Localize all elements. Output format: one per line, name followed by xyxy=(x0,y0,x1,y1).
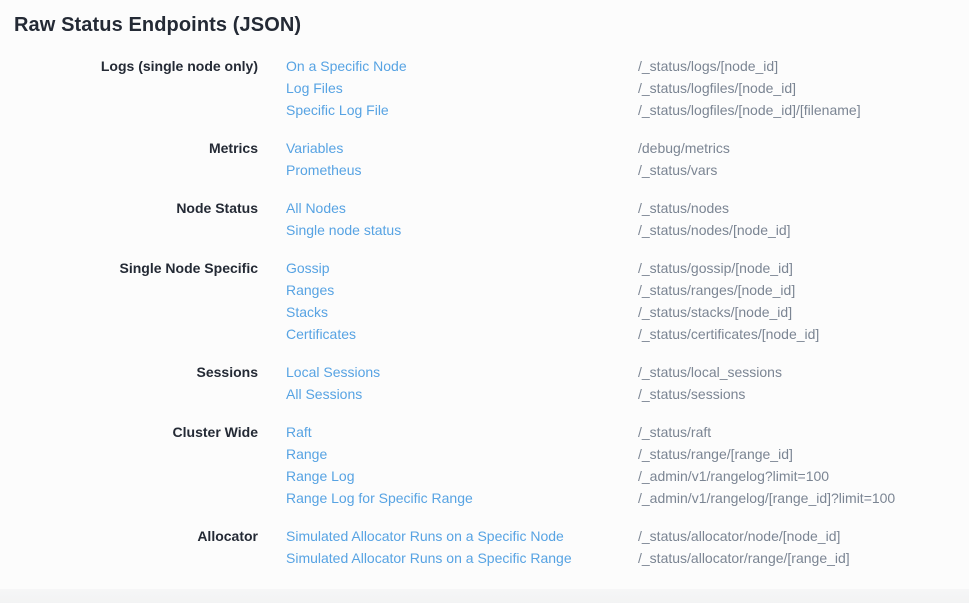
endpoint-link[interactable]: Variables xyxy=(286,137,638,159)
section-category-label: Allocator xyxy=(0,525,258,547)
section-category-label: Metrics xyxy=(0,137,258,159)
endpoint-row: Simulated Allocator Runs on a Specific N… xyxy=(286,525,969,547)
section-category-label: Cluster Wide xyxy=(0,421,258,443)
endpoints-table: Logs (single node only) On a Specific No… xyxy=(0,55,969,569)
endpoint-link[interactable]: Gossip xyxy=(286,257,638,279)
endpoint-section: Cluster Wide Raft /_status/raft Range /_… xyxy=(0,421,969,509)
endpoint-section: Single Node Specific Gossip /_status/gos… xyxy=(0,257,969,345)
endpoint-row: Gossip /_status/gossip/[node_id] xyxy=(286,257,969,279)
endpoint-row: Variables /debug/metrics xyxy=(286,137,969,159)
endpoint-row: Stacks /_status/stacks/[node_id] xyxy=(286,301,969,323)
endpoint-link[interactable]: Simulated Allocator Runs on a Specific N… xyxy=(286,525,638,547)
endpoint-row: Range Log /_admin/v1/rangelog?limit=100 xyxy=(286,465,969,487)
endpoint-link[interactable]: Single node status xyxy=(286,219,638,241)
endpoint-path: /_status/raft xyxy=(638,421,711,443)
endpoint-path: /debug/metrics xyxy=(638,137,730,159)
endpoint-link[interactable]: Range xyxy=(286,443,638,465)
endpoint-path: /_status/stacks/[node_id] xyxy=(638,301,792,323)
endpoint-path: /_status/logfiles/[node_id]/[filename] xyxy=(638,99,861,121)
endpoint-path: /_status/allocator/range/[range_id] xyxy=(638,547,850,569)
endpoint-row: Range Log for Specific Range /_admin/v1/… xyxy=(286,487,969,509)
endpoint-link[interactable]: Prometheus xyxy=(286,159,638,181)
endpoint-path: /_status/sessions xyxy=(638,383,745,405)
endpoint-row: Certificates /_status/certificates/[node… xyxy=(286,323,969,345)
section-category-label: Logs (single node only) xyxy=(0,55,258,77)
endpoint-row: Raft /_status/raft xyxy=(286,421,969,443)
footer-strip xyxy=(0,589,969,603)
endpoint-row: Specific Log File /_status/logfiles/[nod… xyxy=(286,99,969,121)
endpoint-row: All Sessions /_status/sessions xyxy=(286,383,969,405)
endpoint-row: Range /_status/range/[range_id] xyxy=(286,443,969,465)
section-rows: Raft /_status/raft Range /_status/range/… xyxy=(286,421,969,509)
section-rows: All Nodes /_status/nodes Single node sta… xyxy=(286,197,969,241)
endpoint-path: /_status/gossip/[node_id] xyxy=(638,257,793,279)
section-rows: On a Specific Node /_status/logs/[node_i… xyxy=(286,55,969,121)
endpoint-link[interactable]: On a Specific Node xyxy=(286,55,638,77)
section-category-label: Sessions xyxy=(0,361,258,383)
endpoint-path: /_status/nodes xyxy=(638,197,729,219)
section-rows: Local Sessions /_status/local_sessions A… xyxy=(286,361,969,405)
endpoint-section: Allocator Simulated Allocator Runs on a … xyxy=(0,525,969,569)
section-category-label: Single Node Specific xyxy=(0,257,258,279)
endpoint-section: Logs (single node only) On a Specific No… xyxy=(0,55,969,121)
endpoint-section: Sessions Local Sessions /_status/local_s… xyxy=(0,361,969,405)
endpoint-path: /_admin/v1/rangelog?limit=100 xyxy=(638,465,829,487)
endpoint-link[interactable]: Raft xyxy=(286,421,638,443)
endpoint-link[interactable]: Ranges xyxy=(286,279,638,301)
endpoint-section: Node Status All Nodes /_status/nodes Sin… xyxy=(0,197,969,241)
section-rows: Gossip /_status/gossip/[node_id] Ranges … xyxy=(286,257,969,345)
endpoint-link[interactable]: All Nodes xyxy=(286,197,638,219)
endpoint-section: Metrics Variables /debug/metrics Prometh… xyxy=(0,137,969,181)
endpoint-row: Log Files /_status/logfiles/[node_id] xyxy=(286,77,969,99)
endpoint-link[interactable]: Certificates xyxy=(286,323,638,345)
endpoint-row: Prometheus /_status/vars xyxy=(286,159,969,181)
endpoint-path: /_status/vars xyxy=(638,159,717,181)
endpoint-row: Single node status /_status/nodes/[node_… xyxy=(286,219,969,241)
endpoint-path: /_status/nodes/[node_id] xyxy=(638,219,791,241)
endpoint-link[interactable]: All Sessions xyxy=(286,383,638,405)
page-title: Raw Status Endpoints (JSON) xyxy=(14,11,969,39)
endpoint-row: All Nodes /_status/nodes xyxy=(286,197,969,219)
endpoint-path: /_status/local_sessions xyxy=(638,361,782,383)
endpoint-path: /_status/logs/[node_id] xyxy=(638,55,778,77)
endpoint-link[interactable]: Stacks xyxy=(286,301,638,323)
endpoint-row: Ranges /_status/ranges/[node_id] xyxy=(286,279,969,301)
section-rows: Simulated Allocator Runs on a Specific N… xyxy=(286,525,969,569)
section-rows: Variables /debug/metrics Prometheus /_st… xyxy=(286,137,969,181)
endpoint-path: /_status/range/[range_id] xyxy=(638,443,793,465)
endpoint-row: Local Sessions /_status/local_sessions xyxy=(286,361,969,383)
endpoint-path: /_admin/v1/rangelog/[range_id]?limit=100 xyxy=(638,487,895,509)
endpoint-path: /_status/allocator/node/[node_id] xyxy=(638,525,840,547)
endpoint-row: Simulated Allocator Runs on a Specific R… xyxy=(286,547,969,569)
endpoint-path: /_status/logfiles/[node_id] xyxy=(638,77,796,99)
endpoint-row: On a Specific Node /_status/logs/[node_i… xyxy=(286,55,969,77)
endpoint-link[interactable]: Specific Log File xyxy=(286,99,638,121)
endpoint-link[interactable]: Simulated Allocator Runs on a Specific R… xyxy=(286,547,638,569)
endpoint-link[interactable]: Range Log xyxy=(286,465,638,487)
endpoint-path: /_status/ranges/[node_id] xyxy=(638,279,795,301)
endpoint-link[interactable]: Log Files xyxy=(286,77,638,99)
endpoint-link[interactable]: Local Sessions xyxy=(286,361,638,383)
endpoint-path: /_status/certificates/[node_id] xyxy=(638,323,819,345)
endpoint-link[interactable]: Range Log for Specific Range xyxy=(286,487,638,509)
section-category-label: Node Status xyxy=(0,197,258,219)
